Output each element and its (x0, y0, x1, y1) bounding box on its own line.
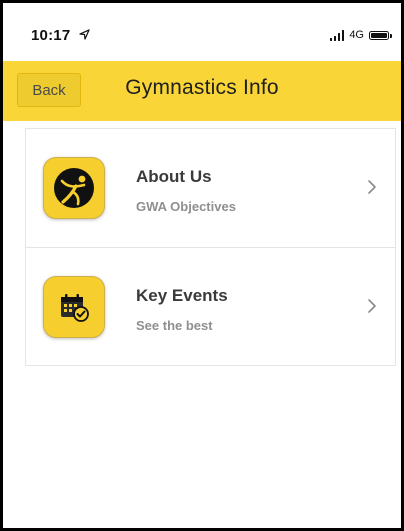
network-type: 4G (349, 29, 364, 41)
status-time: 10:17 (31, 27, 71, 44)
item-subtitle: See the best (136, 318, 213, 333)
status-bar: 10:17 4G (3, 3, 401, 61)
location-arrow-icon (79, 29, 90, 40)
item-subtitle: GWA Objectives (136, 199, 236, 214)
battery-icon (369, 30, 392, 40)
chevron-right-icon (368, 299, 376, 313)
about-us-icon-tile (43, 157, 105, 219)
chevron-right-icon (368, 180, 376, 194)
item-title: Key Events (136, 286, 228, 305)
list-item-key-events[interactable]: Key Events See the best (26, 247, 395, 365)
status-indicators: 4G (329, 28, 392, 42)
page-title: Gymnastics Info (125, 76, 279, 99)
list-item-about-us[interactable]: About Us GWA Objectives (26, 129, 395, 247)
signal-bars-icon (329, 29, 345, 41)
app-screen: 10:17 4G Back Gymnastics Info About Us G… (0, 0, 404, 531)
gymnast-icon (54, 168, 94, 208)
key-events-icon-tile (43, 276, 105, 338)
item-title: About Us (136, 167, 212, 186)
calendar-check-icon (61, 294, 89, 322)
menu-list: About Us GWA Objectives Key Events See t… (25, 128, 396, 366)
nav-bar: Back Gymnastics Info (3, 61, 401, 121)
